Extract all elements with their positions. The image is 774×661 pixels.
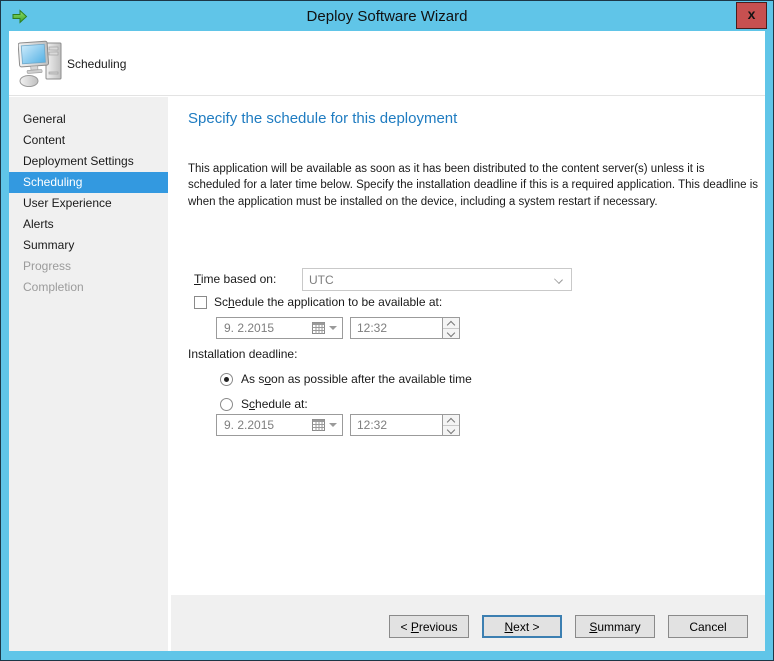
close-icon: x [748,6,756,22]
page-title: Scheduling [67,57,126,71]
titlebar: Deploy Software Wizard x [2,2,772,31]
spin-down-icon[interactable] [443,329,459,339]
window-title: Deploy Software Wizard [307,8,468,25]
deadline-time-spinner[interactable]: 12:32 [350,414,460,436]
close-button[interactable]: x [736,2,767,29]
sidebar-item-summary[interactable]: Summary [9,235,168,256]
time-spinner-buttons[interactable] [442,318,459,338]
time-based-on-label: Time based on: [194,272,276,286]
page-description: This application will be available as so… [188,161,760,210]
wizard-arrow-icon [11,8,28,25]
schedule-at-radio-label: Schedule at: [241,397,308,411]
dropdown-arrow-icon [329,423,337,427]
deploy-software-wizard-window: Deploy Software Wizard x [0,0,774,661]
spin-up-icon[interactable] [443,415,459,426]
sidebar-item-progress: Progress [9,256,168,277]
available-date-picker[interactable]: 9. 2.2015 [216,317,343,339]
calendar-icon [312,419,325,431]
cancel-button[interactable]: Cancel [668,615,748,638]
wizard-sidebar: General Content Deployment Settings Sche… [9,97,171,651]
sidebar-item-alerts[interactable]: Alerts [9,214,168,235]
sidebar-item-deployment-settings[interactable]: Deployment Settings [9,151,168,172]
deadline-date-value: 9. 2.2015 [217,418,312,432]
sidebar-item-scheduling[interactable]: Scheduling [9,172,168,193]
dropdown-arrow-icon [329,326,337,330]
previous-button[interactable]: < Previous [389,615,469,638]
sidebar-item-completion: Completion [9,277,168,298]
available-time-value: 12:32 [351,321,442,335]
scheduling-page: Specify the schedule for this deployment… [171,97,765,593]
computer-icon [18,38,65,88]
installation-deadline-label: Installation deadline: [188,347,297,361]
calendar-icon [312,322,325,334]
spin-down-icon[interactable] [443,426,459,436]
time-based-on-value: UTC [309,273,334,287]
sidebar-item-content[interactable]: Content [9,130,168,151]
page-heading: Specify the schedule for this deployment [188,110,457,127]
schedule-available-checkbox[interactable] [194,296,207,309]
sidebar-item-user-experience[interactable]: User Experience [9,193,168,214]
available-date-value: 9. 2.2015 [217,321,312,335]
available-time-spinner[interactable]: 12:32 [350,317,460,339]
asap-radio-label: As soon as possible after the available … [241,372,472,386]
wizard-frame: Scheduling General Content Deployment Se… [9,31,765,651]
schedule-at-radio[interactable] [220,398,233,411]
chevron-down-icon [554,275,563,284]
asap-radio[interactable] [220,373,233,386]
time-spinner-buttons[interactable] [442,415,459,435]
spin-up-icon[interactable] [443,318,459,329]
sidebar-item-general[interactable]: General [9,109,168,130]
next-button[interactable]: Next > [482,615,562,638]
time-based-on-select[interactable]: UTC [302,268,572,291]
deadline-time-value: 12:32 [351,418,442,432]
summary-button[interactable]: Summary [575,615,655,638]
wizard-header: Scheduling [9,31,765,96]
schedule-available-label: Schedule the application to be available… [214,295,442,309]
wizard-footer: < Previous Next > Summary Cancel [171,593,765,651]
deadline-date-picker[interactable]: 9. 2.2015 [216,414,343,436]
